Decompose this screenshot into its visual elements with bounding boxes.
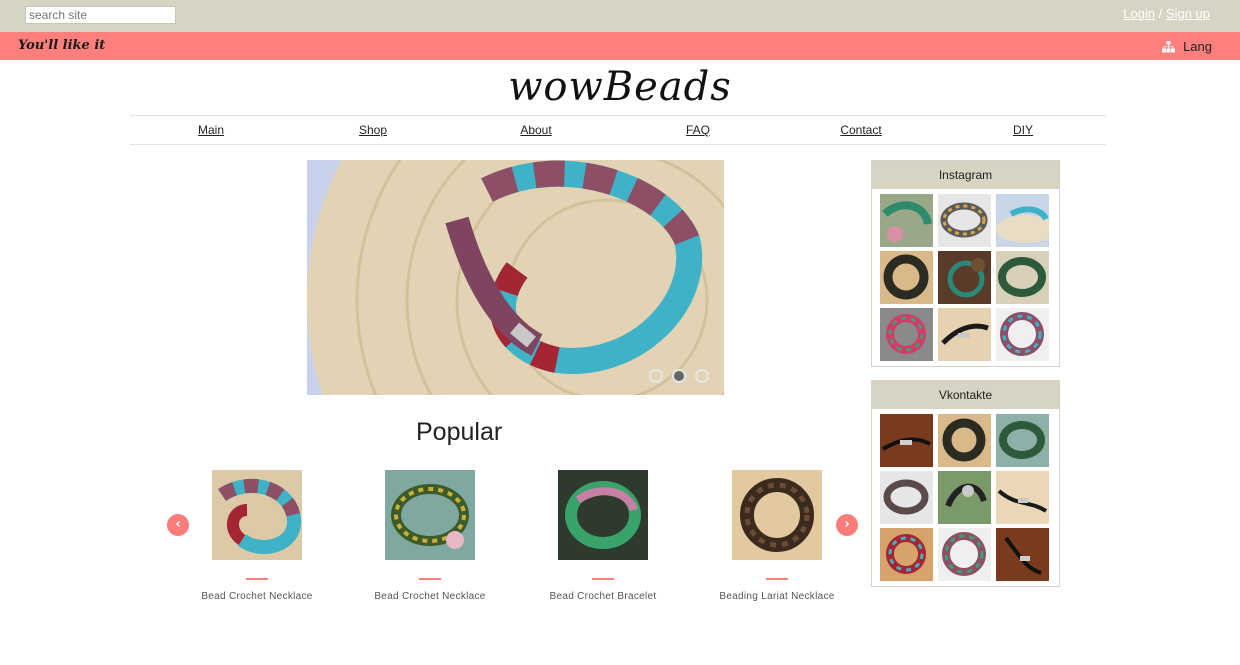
instagram-panel: Instagram: [871, 160, 1060, 367]
vkontakte-photo[interactable]: [996, 471, 1049, 524]
login-link[interactable]: Login: [1123, 6, 1155, 21]
nav-item-shop[interactable]: Shop: [359, 123, 387, 137]
popular-item[interactable]: Bead Crochet Necklace: [355, 470, 505, 602]
language-label: Lang: [1183, 39, 1212, 54]
nav-item-about[interactable]: About: [520, 123, 551, 137]
popular-title: Popular: [416, 418, 503, 446]
instagram-photo[interactable]: [880, 308, 933, 361]
slider-dots: [649, 369, 709, 383]
instagram-photo[interactable]: [880, 194, 933, 247]
vkontakte-photo[interactable]: [880, 471, 933, 524]
slider-dot[interactable]: [649, 369, 663, 383]
product-image[interactable]: [385, 470, 475, 560]
nav-item-contact[interactable]: Contact: [840, 123, 881, 137]
product-name[interactable]: Bead Crochet Necklace: [355, 591, 505, 602]
instagram-title: Instagram: [872, 161, 1059, 189]
popular-item[interactable]: Beading Lariat Necklace: [702, 470, 852, 602]
instagram-photo[interactable]: [938, 251, 991, 304]
auth-separator: /: [1158, 6, 1163, 21]
nav-item-faq[interactable]: FAQ: [686, 123, 710, 137]
auth-links: Login / Sign up: [1123, 6, 1210, 21]
nav-item-main[interactable]: Main: [198, 123, 224, 137]
site-logo[interactable]: wowBeads: [0, 60, 1240, 114]
tagline: You'll like it: [18, 38, 106, 53]
main-nav: Main Shop About FAQ Contact DIY: [130, 115, 1106, 145]
product-image[interactable]: [558, 470, 648, 560]
search-input[interactable]: [25, 6, 176, 24]
instagram-photo[interactable]: [996, 251, 1049, 304]
vkontakte-title: Vkontakte: [872, 381, 1059, 409]
vkontakte-panel: Vkontakte: [871, 380, 1060, 587]
language-selector[interactable]: Lang: [1162, 39, 1212, 54]
product-image[interactable]: [212, 470, 302, 560]
product-name[interactable]: Bead Crochet Necklace: [182, 591, 332, 602]
vkontakte-photo[interactable]: [938, 471, 991, 524]
vkontakte-photo[interactable]: [880, 528, 933, 581]
product-image[interactable]: [732, 470, 822, 560]
vkontakte-photo[interactable]: [996, 528, 1049, 581]
accent-divider: [246, 578, 268, 580]
vkontakte-photo[interactable]: [880, 414, 933, 467]
accent-divider: [419, 578, 441, 580]
vkontakte-photo[interactable]: [996, 414, 1049, 467]
instagram-photo[interactable]: [996, 194, 1049, 247]
slider-dot[interactable]: [695, 369, 709, 383]
hero-slider-image[interactable]: [307, 160, 724, 395]
sitemap-icon: [1162, 40, 1176, 53]
vkontakte-photo[interactable]: [938, 528, 991, 581]
instagram-photo[interactable]: [996, 308, 1049, 361]
product-name[interactable]: Beading Lariat Necklace: [702, 591, 852, 602]
tagline-bar: You'll like it Lang: [0, 32, 1240, 60]
vkontakte-photo[interactable]: [938, 414, 991, 467]
product-name[interactable]: Bead Crochet Bracelet: [528, 591, 678, 602]
top-bar: Login / Sign up: [0, 0, 1240, 32]
slider-dot-active[interactable]: [672, 369, 686, 383]
accent-divider: [766, 578, 788, 580]
nav-item-diy[interactable]: DIY: [1013, 123, 1033, 137]
instagram-photo[interactable]: [938, 308, 991, 361]
popular-item[interactable]: Bead Crochet Necklace: [182, 470, 332, 602]
signup-link[interactable]: Sign up: [1166, 6, 1210, 21]
instagram-photo[interactable]: [938, 194, 991, 247]
instagram-photo[interactable]: [880, 251, 933, 304]
popular-item[interactable]: Bead Crochet Bracelet: [528, 470, 678, 602]
accent-divider: [592, 578, 614, 580]
